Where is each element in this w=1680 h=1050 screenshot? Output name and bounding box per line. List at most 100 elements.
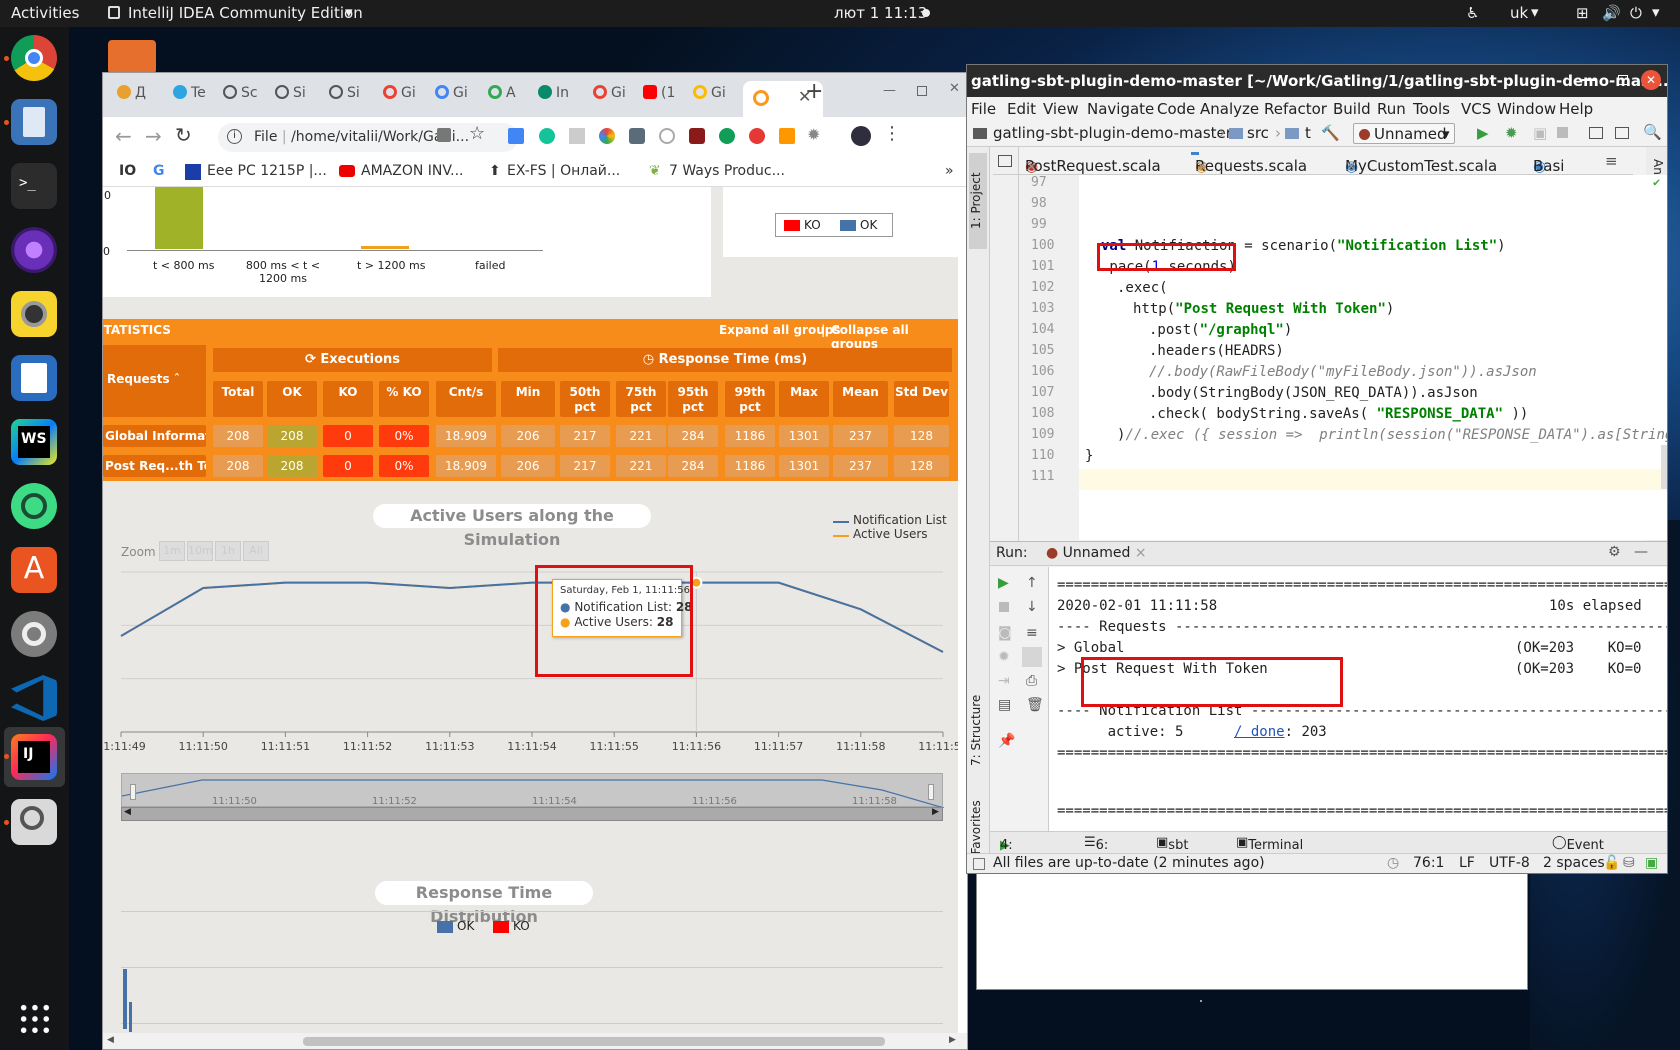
android-studio-icon[interactable]	[11, 483, 57, 529]
extension-grammarly-icon[interactable]	[539, 128, 555, 144]
stop-run-icon[interactable]	[999, 602, 1009, 612]
menu-view[interactable]: View	[1043, 100, 1079, 118]
intellij-idea-icon[interactable]: IJ	[11, 734, 57, 780]
cursor-position[interactable]: 76:1	[1413, 855, 1444, 871]
activities-button[interactable]: Activities	[11, 4, 79, 22]
scroll-end-icon[interactable]	[1022, 647, 1042, 667]
navigator-left-handle[interactable]	[130, 784, 136, 800]
column-header-p50[interactable]: 50th pct	[560, 381, 610, 417]
rhythmbox-icon[interactable]	[11, 291, 57, 337]
breadcrumb-project[interactable]: gatling-sbt-plugin-demo-master	[993, 124, 1232, 142]
maximize-icon[interactable]	[1618, 75, 1628, 85]
system-menu-chevron-icon[interactable]: ▾	[1652, 3, 1660, 21]
build-hammer-icon[interactable]: 🔨	[1321, 124, 1340, 142]
menu-analyze[interactable]: Analyze	[1200, 100, 1259, 118]
close-window-icon[interactable]: ✕	[1641, 70, 1661, 90]
back-icon[interactable]: ←	[115, 124, 132, 148]
menu-window[interactable]: Window	[1497, 100, 1556, 118]
forward-icon[interactable]: →	[145, 124, 162, 148]
column-header-min[interactable]: Min	[501, 381, 555, 417]
run-minimize-icon[interactable]: —	[1634, 544, 1648, 560]
bookmark-eee[interactable]: Eee PC 1215P |...	[207, 163, 327, 179]
inspector-icon[interactable]: ▣	[1645, 855, 1658, 871]
files-icon[interactable]	[11, 99, 57, 145]
volume-icon[interactable]: 🔊	[1602, 4, 1621, 22]
navigator-right-handle[interactable]	[928, 784, 934, 800]
column-header-cnt-s[interactable]: Cnt/s	[436, 381, 496, 417]
tab[interactable]: Gi	[693, 85, 737, 111]
column-header-std-dev[interactable]: Std Dev	[894, 381, 949, 417]
tab-close-icon[interactable]: ×	[1345, 157, 1358, 175]
menu-vcs[interactable]: VCS	[1461, 100, 1491, 118]
code-editor[interactable]: val Notifiaction = scenario("Notificatio…	[1079, 175, 1667, 540]
extension-qr-icon[interactable]	[569, 128, 585, 144]
language-indicator[interactable]: uk	[1510, 4, 1528, 22]
print-icon[interactable]: ⎙	[1026, 673, 1037, 689]
bookmark-io-icon[interactable]: IO	[119, 163, 136, 179]
bookmark-youtube-icon[interactable]	[339, 165, 355, 177]
wrap-icon[interactable]: ≡	[1026, 625, 1038, 641]
done-link[interactable]: / done	[1234, 724, 1285, 740]
tab[interactable]: In	[538, 85, 582, 111]
search-everywhere-icon[interactable]: 🔍	[1643, 123, 1662, 141]
run-settings-gear-icon[interactable]: ⚙	[1608, 544, 1621, 560]
close-window-icon[interactable]: ✕	[949, 81, 960, 96]
run-icon[interactable]: ▶	[1477, 124, 1489, 142]
zoom-1m-button[interactable]: 1m	[159, 541, 185, 561]
desktop-folder-icon[interactable]	[108, 40, 156, 74]
row-name[interactable]: Global Information	[103, 425, 206, 447]
bookmark-asus-icon[interactable]	[185, 164, 201, 180]
series-line-active-users[interactable]	[120, 581, 944, 653]
chrome-menu-icon[interactable]: ⋮	[883, 123, 901, 144]
row-name[interactable]: Post Req...th Token	[103, 455, 206, 477]
tab-close-icon[interactable]: ×	[1195, 157, 1208, 175]
chart-navigator[interactable]: 11:11:50 11:11:52 11:11:54 11:11:56 11:1…	[121, 773, 944, 808]
menu-edit[interactable]: Edit	[1007, 100, 1036, 118]
bookmark-amazon[interactable]: AMAZON INV...	[361, 163, 464, 179]
tab[interactable]: Gi	[383, 85, 427, 111]
editor-scrollbar[interactable]	[1661, 445, 1667, 489]
memory-icon[interactable]: ⛁	[1623, 855, 1635, 871]
column-header-ok[interactable]: OK	[267, 381, 317, 417]
series-line-notification-list[interactable]	[120, 581, 944, 653]
layout-run-icon[interactable]: ▤	[998, 697, 1011, 713]
scroll-right-icon[interactable]: ▶	[949, 1035, 956, 1045]
app-menu-button[interactable]: IntelliJ IDEA Community Edition	[128, 4, 363, 22]
tab-close-icon[interactable]: ×	[1025, 157, 1038, 175]
layout-icon[interactable]	[1615, 127, 1629, 139]
bookmark-exfs[interactable]: EX-FS | Онлай...	[507, 163, 620, 179]
rerun-icon[interactable]: ▶	[998, 575, 1009, 591]
column-header-ko[interactable]: KO	[323, 381, 373, 417]
screenshot-magnifier-icon[interactable]	[11, 799, 57, 845]
extension-translate-icon[interactable]	[508, 128, 524, 144]
toolwin-sbt-shell[interactable]: ▣ sbt shell	[1156, 835, 1199, 868]
tab[interactable]: Gi	[435, 85, 479, 111]
ubuntu-software-icon[interactable]: A	[11, 547, 57, 593]
menu-code[interactable]: Code	[1157, 100, 1195, 118]
extension-color-icon[interactable]	[599, 128, 615, 144]
tor-browser-icon[interactable]	[11, 227, 57, 273]
encoding[interactable]: UTF-8	[1489, 855, 1530, 871]
line-separator[interactable]: LF	[1459, 855, 1475, 871]
column-header-total[interactable]: Total	[213, 381, 263, 417]
profile-avatar[interactable]	[851, 126, 871, 146]
stop-icon[interactable]	[1557, 127, 1568, 138]
tab[interactable]: Te	[173, 85, 217, 111]
tab-list-icon[interactable]: ≡	[1605, 152, 1618, 170]
vscode-icon[interactable]	[11, 675, 57, 721]
accessibility-icon[interactable]: ♿	[1466, 4, 1479, 22]
extension-chess-icon[interactable]	[689, 128, 705, 144]
import-icon[interactable]: ⇥	[998, 673, 1010, 689]
tab[interactable]: Д	[117, 85, 161, 111]
tab[interactable]: A	[488, 85, 532, 111]
translate-icon[interactable]	[437, 128, 451, 142]
menu-file[interactable]: File	[971, 100, 996, 118]
column-header-max[interactable]: Max	[779, 381, 829, 417]
bookmark-leaf-icon[interactable]: ❦	[649, 163, 661, 179]
breadcrumb-t[interactable]: t	[1305, 124, 1311, 142]
menu-navigate[interactable]: Navigate	[1087, 100, 1154, 118]
tab-requests[interactable]: ◉ Requests.scala ×	[1191, 152, 1307, 175]
column-header-p75[interactable]: 75th pct	[616, 381, 666, 417]
power-icon[interactable]: ⏻	[1630, 4, 1642, 22]
new-tab-button[interactable]: +	[805, 79, 823, 104]
